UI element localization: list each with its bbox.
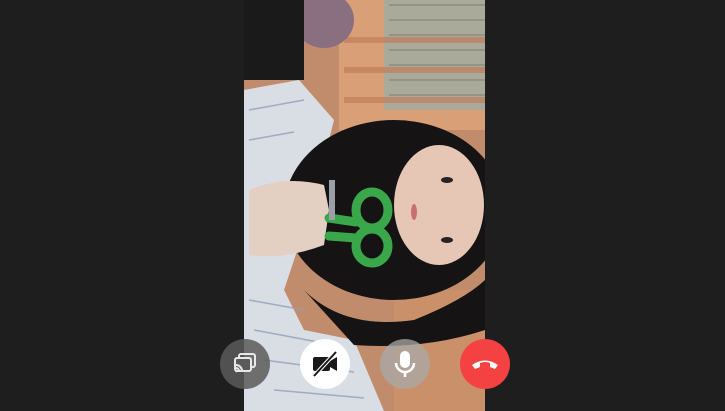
camera-toggle-button[interactable] [300, 339, 350, 389]
microphone-icon [394, 351, 416, 377]
video-camera-off-icon [312, 350, 338, 378]
microphone-button[interactable] [380, 339, 430, 389]
end-call-button[interactable] [460, 339, 510, 389]
call-controls-bar [0, 339, 725, 391]
cast-icon [234, 353, 256, 373]
cast-button[interactable] [220, 339, 270, 389]
phone-hangup-icon [472, 360, 498, 369]
video-call-screen [0, 0, 725, 411]
